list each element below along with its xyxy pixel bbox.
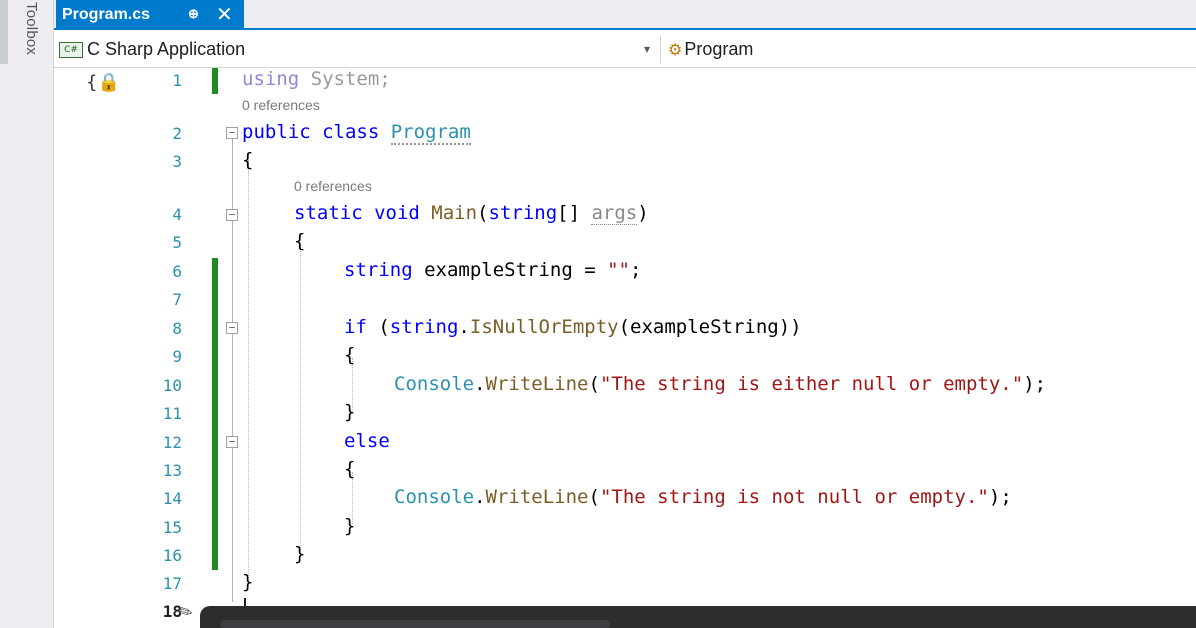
toolbox-tab-label[interactable]: Toolbox [14,2,40,92]
line-number: 5 [172,233,182,252]
document-tab-bar: Program.cs ⊕ ✕ [54,0,1196,30]
line-number: 13 [162,461,182,480]
codelens-references[interactable]: 0 references [294,178,372,194]
toolbox-divider [0,0,8,64]
collapse-icon[interactable]: − [226,322,238,334]
line-number: 2 [172,124,182,143]
line-number: 16 [162,546,182,565]
code-line-6: string exampleString = ""; [344,259,642,281]
code-line-2: public class Program [242,121,471,145]
code-line-3: { [242,149,254,171]
member-name: Program [684,39,754,59]
code-line-11: } [344,401,356,423]
code-line-10: Console.WriteLine("The string is either … [394,373,1047,395]
code-line-12: else [344,430,390,452]
line-number: 10 [162,376,182,395]
line-number: 3 [172,152,182,171]
code-line-14: Console.WriteLine("The string is not nul… [394,486,1012,508]
line-number: 9 [172,347,182,366]
change-indicator [212,68,218,94]
indent-guide [300,244,301,550]
project-name: C Sharp Application [87,39,246,59]
change-indicator [212,258,218,570]
code-line-8: if (string.IsNullOrEmpty(exampleString)) [344,316,802,338]
code-line-17: } [242,571,254,593]
line-number: 14 [162,489,182,508]
project-dropdown[interactable]: C# C Sharp Application [58,36,658,63]
line-number: 12 [162,433,182,452]
line-number: 15 [162,518,182,537]
toolbox-panel[interactable]: Toolbox [0,0,54,628]
collapse-icon[interactable]: − [226,127,238,139]
chevron-down-icon[interactable]: ▾ [644,42,650,56]
codelens-references[interactable]: 0 references [242,97,320,113]
member-dropdown[interactable]: ⚙ Program [668,36,1188,63]
code-line-9: { [344,344,356,366]
class-icon: ⚙ [668,40,683,59]
line-number: 1 [172,71,182,90]
line-number: 11 [162,404,182,423]
code-line-15: } [344,515,356,537]
indent-guide [248,160,249,576]
code-line-16: } [294,543,306,565]
lock-brace-icon: {🔒 [86,72,120,93]
close-icon[interactable]: ✕ [216,2,233,27]
overlay-popup-bar [220,620,610,628]
code-editor[interactable]: {🔒 1 2 3 4 5 6 7 8 9 10 11 12 13 14 15 1… [54,68,1196,628]
code-line-5: { [294,230,306,252]
tab-program-cs[interactable]: Program.cs ⊕ ✕ [56,0,244,30]
line-number: 4 [172,205,182,224]
collapse-icon[interactable]: − [226,436,238,448]
line-number: 7 [172,290,182,309]
line-number: 17 [162,574,182,593]
collapse-icon[interactable]: − [226,209,238,221]
csharp-project-icon: C# [59,41,83,58]
nav-separator [660,36,661,64]
code-line-1: using System; [242,68,391,90]
line-number: 6 [172,262,182,281]
tab-title: Program.cs [62,6,151,23]
pin-icon[interactable]: ⊕ [188,6,199,22]
code-line-4: static void Main(string[] args) [294,202,649,225]
code-line-13: { [344,458,356,480]
navigation-bar: C# C Sharp Application ▾ ⚙ Program [54,32,1196,68]
line-number: 8 [172,319,182,338]
